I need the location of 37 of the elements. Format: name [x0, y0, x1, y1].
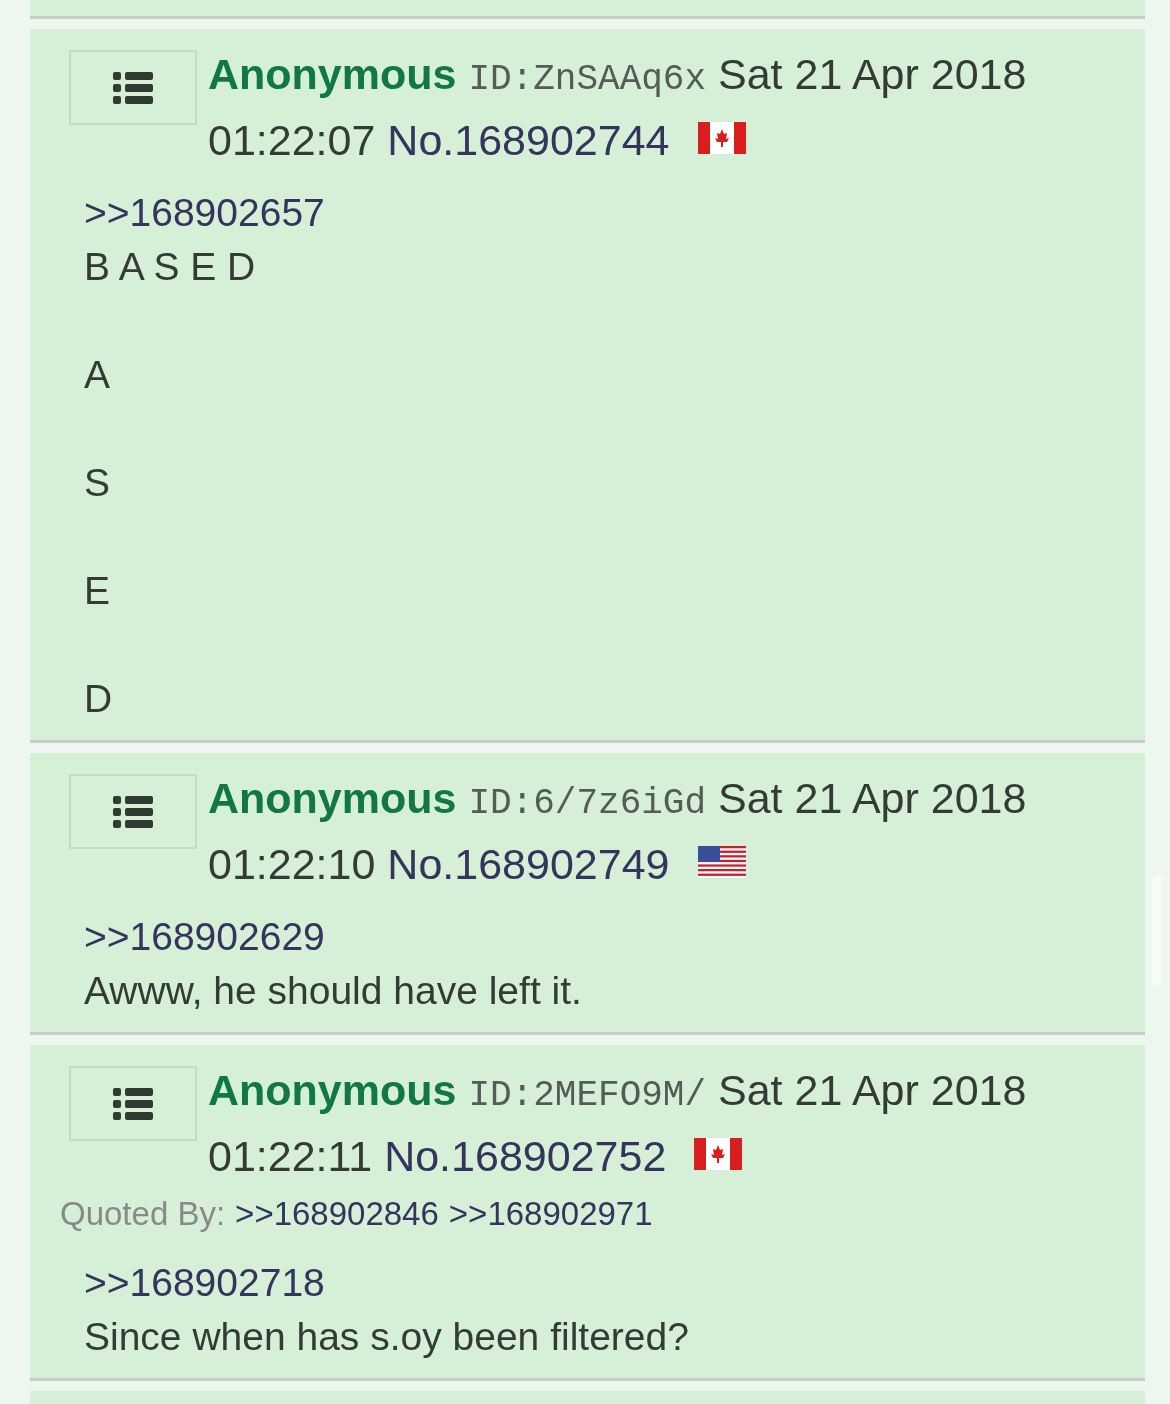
post-text: E — [84, 568, 110, 614]
backlink[interactable]: >>168902846 — [235, 1194, 439, 1234]
quoted-by-label: Quoted By: — [60, 1194, 226, 1234]
list-icon — [113, 1087, 153, 1120]
post-number-link[interactable]: No.168902752 — [384, 1132, 667, 1180]
post-text: A — [84, 352, 110, 398]
quote-link[interactable]: >>168902629 — [84, 910, 325, 964]
post-number-link[interactable]: No.168902749 — [387, 840, 670, 888]
poster-id: ID:6/7z6iGd — [468, 783, 707, 824]
post-text: D — [84, 676, 113, 722]
poster-id: ID:ZnSAAq6x — [468, 59, 707, 100]
post-date: Sat 21 Apr 2018 — [718, 774, 1027, 822]
poster-name: Anonymous — [208, 50, 457, 98]
quote-link[interactable]: >>168902657 — [84, 186, 325, 240]
post-menu-button[interactable] — [69, 774, 197, 849]
backlink[interactable]: >>168902971 — [448, 1194, 653, 1234]
list-icon — [113, 795, 153, 828]
list-icon — [113, 71, 153, 104]
post-text: Since when has s.oy been filtered? — [84, 1314, 689, 1360]
poster-name: Anonymous — [208, 1066, 457, 1114]
flag-icon — [697, 121, 746, 154]
post-time: 01:22:11 — [208, 1132, 373, 1180]
post-menu-button[interactable] — [69, 50, 197, 125]
post-date: Sat 21 Apr 2018 — [718, 1066, 1027, 1114]
poster-id: ID:2MEFO9M/ — [468, 1075, 707, 1116]
post-text: S — [84, 460, 110, 506]
post-number-link[interactable]: No.168902744 — [387, 116, 670, 164]
post-menu-button[interactable] — [69, 1066, 197, 1141]
post-text: B A S E D — [84, 244, 256, 290]
poster-name: Anonymous — [208, 774, 457, 822]
post-text: Awww, he should have left it. — [84, 968, 582, 1014]
flag-icon — [697, 845, 746, 878]
post-time: 01:22:07 — [208, 116, 376, 164]
post-date: Sat 21 Apr 2018 — [718, 50, 1027, 98]
post-time: 01:22:10 — [208, 840, 376, 888]
flag-icon — [694, 1137, 743, 1170]
quote-link[interactable]: >>168902718 — [84, 1256, 325, 1310]
